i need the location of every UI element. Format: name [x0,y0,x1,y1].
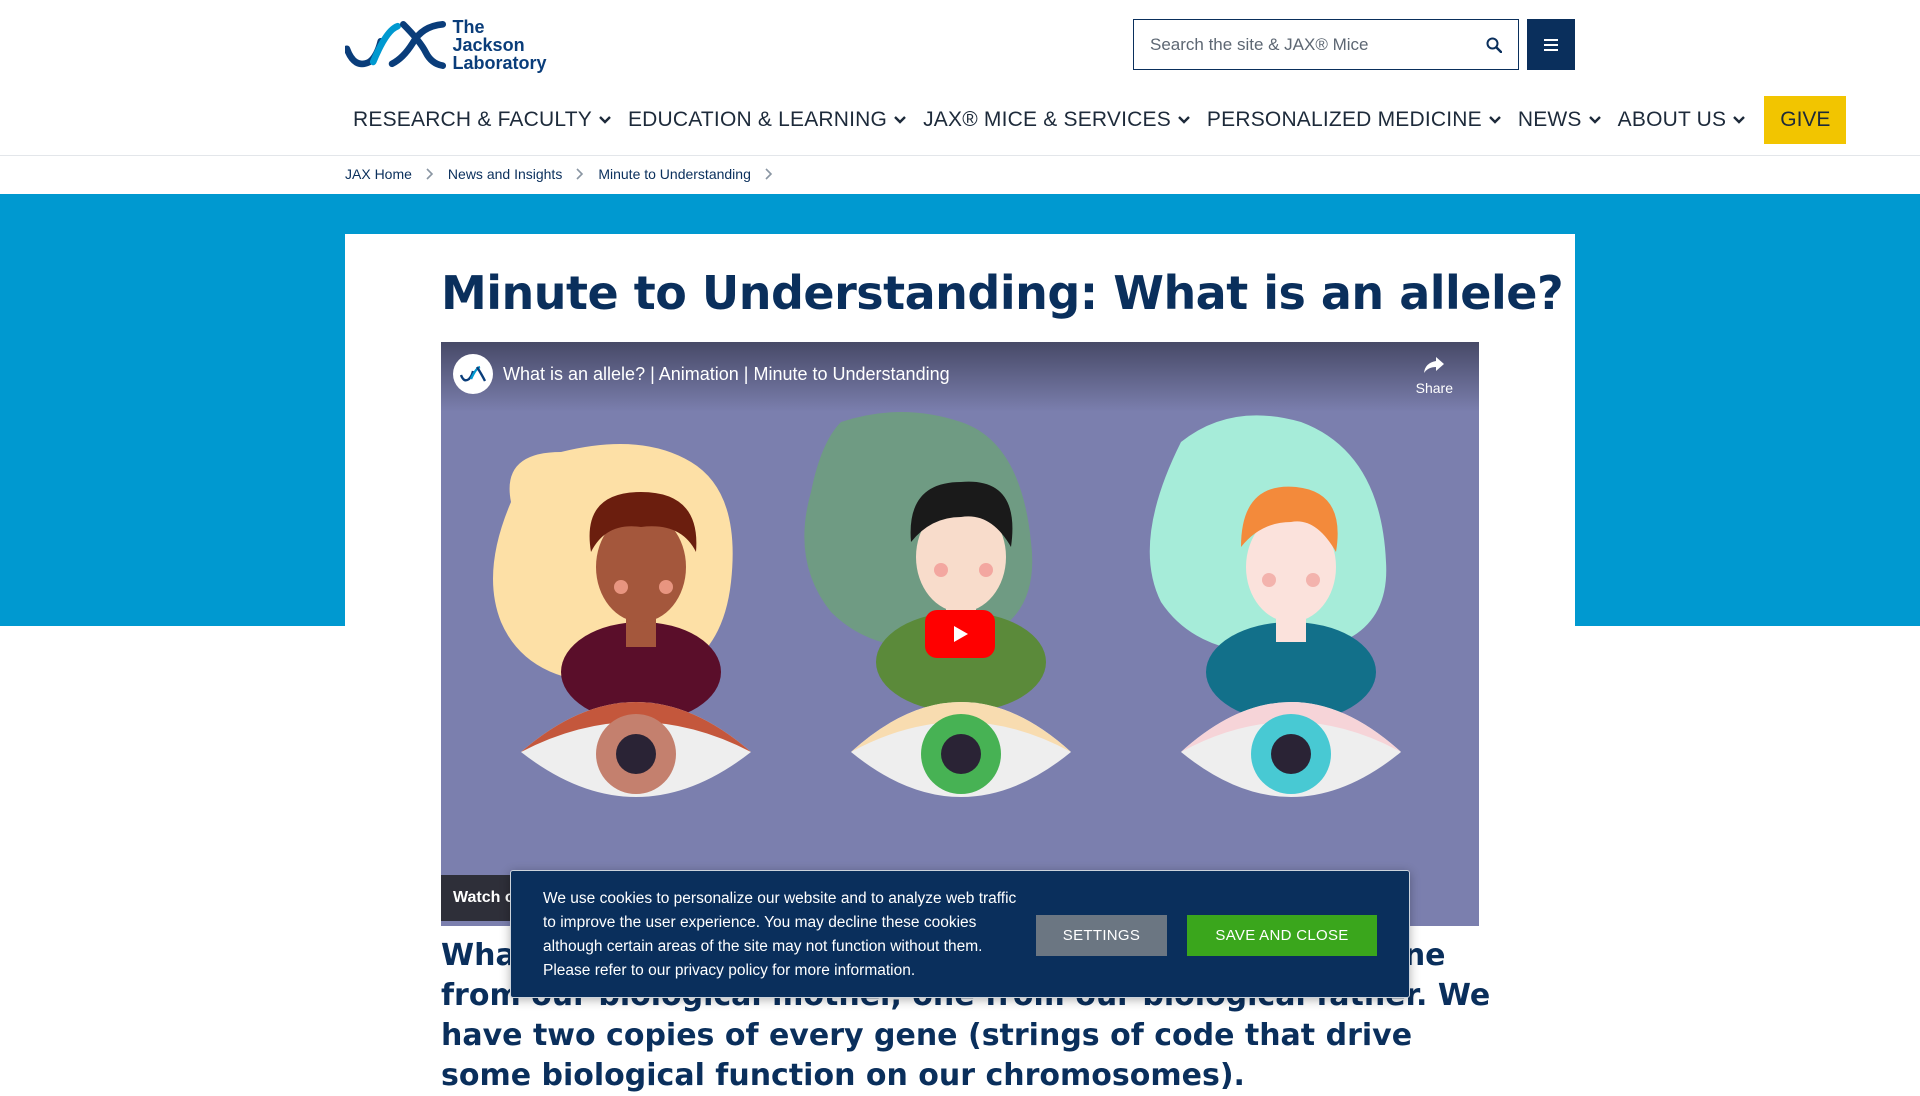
site-header: The Jackson Laboratory RESEARCH & FACULT… [0,0,1920,156]
cookie-settings-button[interactable]: SETTINGS [1036,915,1167,956]
nav-label: NEWS [1517,108,1582,131]
nav-label: RESEARCH & FACULTY [353,108,592,131]
nav-label: JAX® MICE & SERVICES [923,108,1171,131]
jax-logo-mark-icon [345,21,447,69]
breadcrumb-label: Minute to Understanding [598,166,751,182]
give-button[interactable]: GIVE [1764,96,1847,144]
nav-label: EDUCATION & LEARNING [627,108,888,131]
cookie-banner: We use cookies to personalize our websit… [510,870,1410,998]
jax-logo[interactable]: The Jackson Laboratory [345,18,555,72]
chevron-down-icon [1178,116,1190,124]
chevron-down-icon [1588,116,1601,124]
breadcrumb-label: JAX Home [345,166,412,182]
breadcrumb-label: News and Insights [447,166,563,182]
logo-line-2: Laboratory [452,53,547,73]
video-title[interactable]: What is an allele? | Animation | Minute … [503,364,950,385]
chevron-right-icon [426,168,434,180]
play-button[interactable] [925,610,995,658]
chevron-right-icon [576,168,584,180]
nav-personalized-medicine[interactable]: PERSONALIZED MEDICINE [1199,96,1510,144]
video-player[interactable]: What is an allele? | Animation | Minute … [441,342,1479,926]
nav-label: ABOUT US [1617,108,1727,131]
hamburger-icon [1544,38,1558,51]
play-icon [954,626,968,642]
search-input[interactable] [1134,20,1470,69]
chevron-right-icon [765,168,773,180]
nav-news[interactable]: NEWS [1510,96,1610,144]
cookie-message: We use cookies to personalize our websit… [543,890,1017,979]
chevron-down-icon [894,116,906,124]
chevron-down-icon [599,116,611,124]
breadcrumb-item[interactable]: News and Insights [448,166,562,182]
nav-education-learning[interactable]: EDUCATION & LEARNING [620,96,915,144]
share-label: Share [1415,380,1453,396]
save-and-close-button[interactable]: SAVE AND CLOSE [1187,915,1377,956]
logo-line-1: The Jackson [452,17,525,55]
main-nav: RESEARCH & FACULTY EDUCATION & LEARNING … [345,96,1847,144]
breadcrumb-item[interactable]: JAX Home [345,166,412,182]
share-button[interactable]: Share [1416,356,1453,396]
share-icon [1424,357,1445,373]
hamburger-menu-button[interactable] [1527,19,1575,70]
logo-wordmark: The Jackson Laboratory [453,18,555,72]
page-title: Minute to Understanding: What is an alle… [441,266,1564,320]
breadcrumb: JAX Home News and Insights Minute to Und… [345,166,787,182]
nav-about-us[interactable]: ABOUT US [1610,96,1755,144]
jax-logo-mark-icon [460,365,486,382]
nav-label: PERSONALIZED MEDICINE [1206,108,1482,131]
nav-research-faculty[interactable]: RESEARCH & FACULTY [345,96,620,144]
search-icon[interactable] [1470,20,1518,69]
chevron-down-icon [1488,116,1501,124]
site-search [1133,19,1519,70]
chevron-down-icon [1733,116,1746,124]
breadcrumb-item[interactable]: Minute to Understanding [598,166,751,182]
channel-avatar[interactable] [453,354,493,394]
nav-jax-mice-services[interactable]: JAX® MICE & SERVICES [915,96,1199,144]
